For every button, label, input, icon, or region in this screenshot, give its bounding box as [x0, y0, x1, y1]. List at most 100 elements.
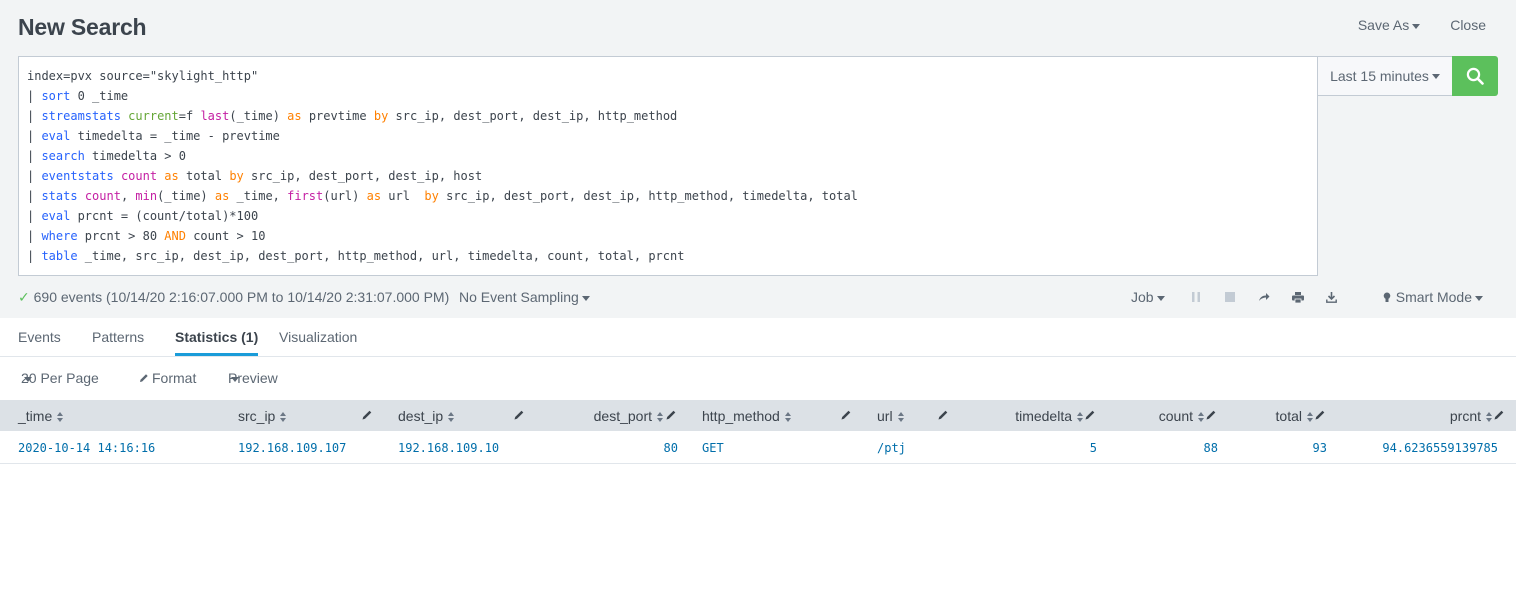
lightbulb-icon — [1383, 292, 1391, 302]
edit-column-icon[interactable] — [665, 409, 677, 421]
sort-icon[interactable] — [280, 411, 287, 423]
query-line: | sort 0 _time — [27, 86, 1309, 106]
tab-visualization[interactable]: Visualization — [279, 329, 357, 345]
table-cell-http-method[interactable]: GET — [702, 441, 724, 455]
chevron-down-icon — [1475, 295, 1483, 301]
query-token: | — [27, 209, 42, 223]
sort-icon[interactable] — [897, 411, 905, 423]
per-page-label: 20 Per Page — [21, 370, 99, 386]
search-query-editor[interactable]: index=pvx source="skylight_http" | sort 0… — [18, 56, 1318, 276]
close-button[interactable]: Close — [1450, 17, 1486, 33]
query-line: | eval prcnt = (count/total)*100 — [27, 206, 1309, 226]
query-token: _time, — [229, 189, 288, 203]
sort-icon[interactable] — [657, 411, 664, 423]
edit-column-icon[interactable] — [1084, 409, 1096, 421]
table-cell-timedelta[interactable]: 5 — [1090, 441, 1097, 455]
query-token: table — [41, 249, 78, 263]
chevron-down-icon — [581, 295, 590, 301]
per-page-dropdown[interactable]: 20 Per Page — [21, 370, 99, 386]
column-header-label: src_ip — [238, 408, 276, 424]
sort-icon[interactable] — [784, 411, 792, 423]
column-header-count[interactable]: count — [1159, 408, 1205, 424]
table-cell-dest-ip[interactable]: 192.168.109.10 — [398, 441, 499, 455]
sort-icon[interactable] — [57, 411, 64, 423]
query-token: url — [381, 189, 425, 203]
query-line: | where prcnt > 80 AND count > 10 — [27, 226, 1309, 246]
query-token: stats — [41, 189, 78, 203]
edit-column-icon[interactable] — [937, 409, 949, 421]
preview-label: Preview — [228, 370, 278, 386]
query-token — [78, 189, 85, 203]
share-icon[interactable] — [1254, 289, 1274, 305]
table-cell-count[interactable]: 88 — [1204, 441, 1218, 455]
preview-dropdown[interactable]: Preview — [228, 370, 278, 386]
table-cell-dest-port[interactable]: 80 — [664, 441, 678, 455]
column-header-url[interactable]: url — [877, 408, 905, 424]
table-cell-time[interactable]: 2020-10-14 14:16:16 — [18, 441, 155, 455]
query-line: | search timedelta > 0 — [27, 146, 1309, 166]
column-header-http-method[interactable]: http_method — [702, 408, 792, 424]
edit-column-icon[interactable] — [1493, 409, 1505, 421]
edit-column-icon[interactable] — [1314, 409, 1326, 421]
page-title: New Search — [18, 14, 147, 40]
table-cell-url[interactable]: /ptj — [877, 441, 906, 455]
table-cell-total[interactable]: 93 — [1313, 441, 1327, 455]
chevron-down-icon — [1412, 23, 1421, 29]
tab-events[interactable]: Events — [18, 329, 61, 345]
stop-icon[interactable] — [1220, 289, 1240, 305]
query-token: count — [84, 189, 121, 203]
query-token: | — [27, 169, 42, 183]
table-row[interactable]: 2020-10-14 14:16:16 192.168.109.107 192.16… — [0, 431, 1516, 464]
job-menu[interactable]: Job — [1131, 289, 1165, 305]
time-range-picker[interactable]: Last 15 minutes — [1318, 56, 1453, 96]
sort-icon[interactable] — [1198, 411, 1205, 423]
query-token: eval — [41, 129, 71, 143]
column-header-src-ip[interactable]: src_ip — [238, 408, 287, 424]
sort-icon[interactable] — [1486, 411, 1493, 423]
tab-statistics[interactable]: Statistics (1) — [175, 329, 259, 356]
search-button[interactable] — [1452, 56, 1498, 96]
sort-icon[interactable] — [448, 411, 455, 423]
tab-patterns[interactable]: Patterns — [92, 329, 144, 345]
event-sampling-dropdown[interactable]: No Event Sampling — [459, 289, 590, 305]
print-icon[interactable] — [1288, 289, 1308, 305]
column-header-label: http_method — [702, 408, 780, 424]
column-header-prcnt[interactable]: prcnt — [1450, 408, 1493, 424]
column-header-timedelta[interactable]: timedelta — [1015, 408, 1084, 424]
query-token: =f — [178, 109, 201, 123]
results-tabs: Events Patterns Statistics (1) Visualiza… — [0, 318, 1516, 357]
edit-column-icon[interactable] — [1205, 409, 1217, 421]
query-token: prevtime — [301, 109, 374, 123]
edit-column-icon[interactable] — [513, 409, 525, 421]
save-as-menu[interactable]: Save As — [1358, 17, 1421, 33]
query-token: | — [27, 89, 42, 103]
table-cell-prcnt[interactable]: 94.6236559139785 — [1382, 441, 1498, 455]
column-header-dest-port[interactable]: dest_port — [594, 408, 664, 424]
query-token — [114, 169, 121, 183]
query-token: _time, src_ip, dest_ip, dest_port, http_… — [77, 249, 685, 263]
edit-column-icon[interactable] — [361, 409, 373, 421]
sort-icon[interactable] — [1307, 411, 1314, 423]
search-mode-dropdown[interactable]: Smart Mode — [1383, 289, 1483, 305]
format-button[interactable]: Format — [139, 370, 196, 386]
time-range-label: Last 15 minutes — [1330, 68, 1429, 84]
results-table-header: _time src_ip dest_ip dest_port http_method ur… — [0, 400, 1516, 431]
sort-icon[interactable] — [1077, 411, 1084, 423]
query-token: timedelta = _time - prevtime — [70, 129, 280, 143]
query-token: min — [135, 189, 158, 203]
query-token: | — [27, 229, 42, 243]
query-token: AND — [164, 229, 186, 243]
column-header-dest-ip[interactable]: dest_ip — [398, 408, 455, 424]
query-token: 0 _time — [70, 89, 129, 103]
column-header-time[interactable]: _time — [18, 408, 64, 424]
export-icon[interactable] — [1322, 289, 1342, 305]
checkmark-icon: ✓ — [18, 289, 30, 305]
column-header-label: url — [877, 408, 893, 424]
query-token: (_time) — [229, 109, 288, 123]
column-header-total[interactable]: total — [1276, 408, 1314, 424]
query-token: | — [27, 249, 42, 263]
query-line: | eval timedelta = _time - prevtime — [27, 126, 1309, 146]
pause-icon[interactable] — [1186, 289, 1206, 305]
table-cell-src-ip[interactable]: 192.168.109.107 — [238, 441, 346, 455]
edit-column-icon[interactable] — [840, 409, 852, 421]
